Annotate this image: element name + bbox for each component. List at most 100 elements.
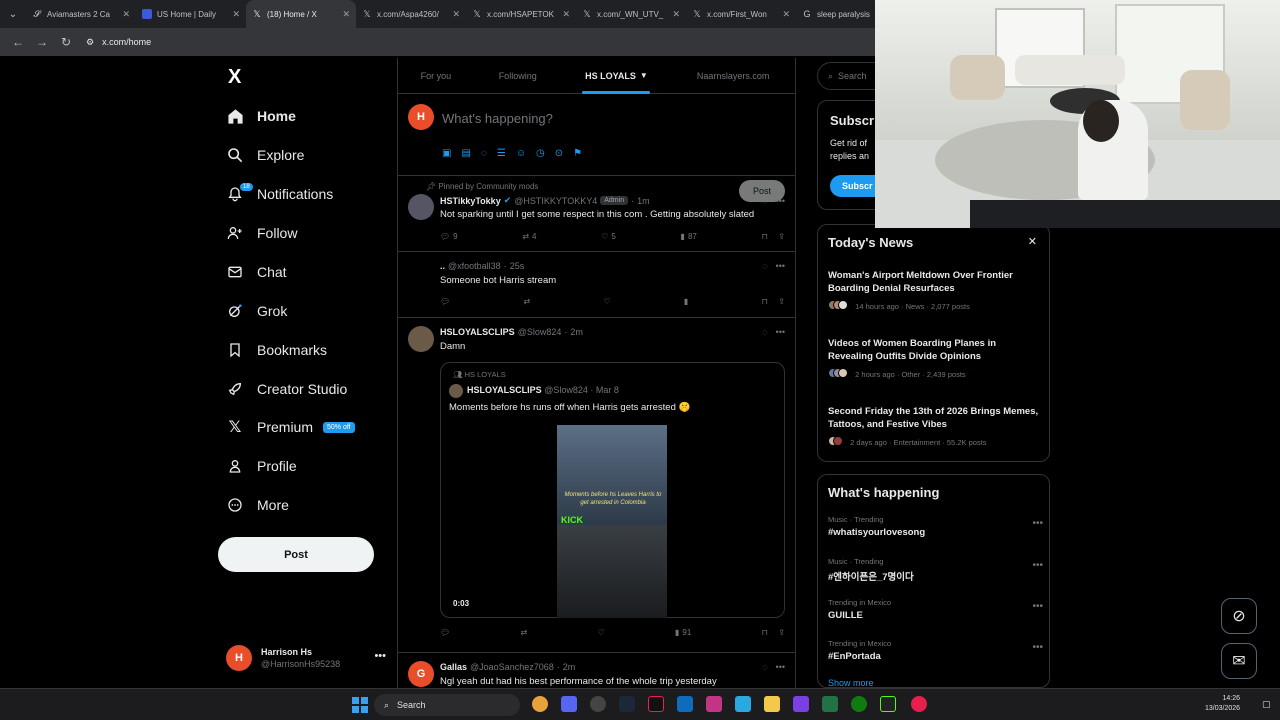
app-icon[interactable] <box>793 696 809 712</box>
forward-arrow-icon[interactable]: → <box>30 30 54 54</box>
tab-for-you[interactable]: For you <box>398 58 474 94</box>
notification-center-icon[interactable]: ▢ <box>1262 699 1271 710</box>
reply-button[interactable]: 💬︎ 9 <box>440 232 458 241</box>
browser-tab-2[interactable]: US Home | Daily ✕ <box>136 0 246 28</box>
more-dots-icon[interactable]: ••• <box>374 650 386 662</box>
sidebar-item-premium[interactable]: 𝕏 Premium 50% off <box>226 413 355 441</box>
emoji-icon[interactable]: ☺ <box>516 148 526 159</box>
sidebar-item-grok[interactable]: Grok <box>226 297 287 325</box>
url-field[interactable]: ⚙ x.com/home <box>86 31 151 53</box>
post-button[interactable]: Post <box>218 537 374 572</box>
outlook-icon[interactable] <box>677 696 693 712</box>
poll-icon[interactable]: ☰ <box>497 148 506 159</box>
reload-icon[interactable]: ↻ <box>54 30 78 54</box>
x-logo[interactable]: X <box>228 66 241 89</box>
sidebar-item-explore[interactable]: Explore <box>226 141 304 169</box>
author-name[interactable]: HSTikkyTokky <box>440 196 501 206</box>
more-dots-icon[interactable]: ••• <box>776 261 785 271</box>
views-button[interactable]: ▮ 87 <box>681 232 697 241</box>
tab-hs-loyals[interactable]: HS LOYALS ▼ <box>562 58 672 94</box>
app-icon[interactable] <box>911 696 927 712</box>
repost-button[interactable]: ⇄ <box>523 297 530 306</box>
tiktok-icon[interactable] <box>648 696 664 712</box>
grok-icon[interactable]: ◌ <box>762 327 767 337</box>
tab-naarnslayers[interactable]: Naarnslayers.com <box>671 58 795 94</box>
video-player[interactable]: Moments before hs Leaves Harris to get a… <box>557 425 667 618</box>
more-dots-icon[interactable]: ••• <box>776 327 785 337</box>
avatar[interactable] <box>408 194 434 220</box>
windows-start-icon[interactable] <box>352 697 368 713</box>
grok-icon[interactable]: ◌ <box>762 261 767 271</box>
back-arrow-icon[interactable]: ← <box>6 30 30 54</box>
image-icon[interactable]: ▣ <box>442 148 451 159</box>
share-icon[interactable]: ⇪ <box>778 297 785 306</box>
more-dots-icon[interactable]: ••• <box>1032 560 1043 571</box>
browser-tab-1[interactable]: 𝓢 Aviamasters 2 Ca ✕ <box>26 0 136 28</box>
excel-icon[interactable] <box>822 696 838 712</box>
steam-icon[interactable] <box>619 696 635 712</box>
gif-icon[interactable]: ▤ <box>461 148 470 159</box>
tweet-time[interactable]: 1m <box>637 196 650 206</box>
obs-icon[interactable] <box>880 696 896 712</box>
sidebar-item-profile[interactable]: Profile <box>226 452 297 480</box>
flag-icon[interactable]: ⚑ <box>573 148 582 159</box>
close-tab-icon[interactable]: ✕ <box>122 9 130 20</box>
author-handle[interactable]: @JoaoSanchez7068 <box>470 662 554 672</box>
chrome-icon[interactable] <box>532 696 548 712</box>
reply-button[interactable]: 💬︎ <box>440 628 450 637</box>
browser-tab-5[interactable]: 𝕏x.com/HSAPETOK ✕ <box>466 0 576 28</box>
close-tab-icon[interactable]: ✕ <box>562 9 570 20</box>
trend-item[interactable]: Music · Trending #엔하이픈은_7명이다 ••• <box>828 557 1043 583</box>
grok-icon[interactable]: ◌ <box>762 196 767 206</box>
close-tab-icon[interactable]: ✕ <box>782 9 790 20</box>
sidebar-item-bookmarks[interactable]: Bookmarks <box>226 336 327 364</box>
bookmark-icon[interactable]: ⊓ <box>762 297 768 306</box>
sidebar-item-follow[interactable]: Follow <box>226 219 297 247</box>
repost-button[interactable]: ⇄ <box>520 628 527 637</box>
more-dots-icon[interactable]: ••• <box>776 196 785 206</box>
news-item[interactable]: Videos of Women Boarding Planes in Revea… <box>828 337 1043 380</box>
system-clock[interactable]: 14:26 13/03/2026 <box>1205 694 1240 714</box>
compose-input[interactable]: What's happening? <box>442 111 553 126</box>
grok-icon[interactable]: ◌ <box>762 662 767 672</box>
instagram-icon[interactable] <box>706 696 722 712</box>
more-dots-icon[interactable]: ••• <box>1032 601 1043 612</box>
like-button[interactable]: ♡ 5 <box>601 232 616 241</box>
sidebar-item-home[interactable]: Home <box>226 102 296 130</box>
tab-following[interactable]: Following <box>474 58 562 94</box>
sidebar-item-more[interactable]: More <box>226 491 289 519</box>
tweet[interactable]: HSLOYALSCLIPS @Slow824 · 2m ◌ ••• Damn 👥︎ … <box>398 318 795 653</box>
browser-tab-3[interactable]: 𝕏 (18) Home / X ✕ <box>246 0 356 28</box>
reply-button[interactable]: 💬︎ <box>440 297 450 306</box>
news-item[interactable]: Second Friday the 13th of 2026 Brings Me… <box>828 405 1043 448</box>
tweet[interactable]: .. @xfootball38 · 25s ◌ ••• Someone bot Ha… <box>398 252 795 318</box>
account-switcher[interactable]: H Harrison Hs @HarrisonHs95238 ••• <box>226 644 386 672</box>
like-button[interactable]: ♡ <box>603 297 610 306</box>
taskbar-search[interactable]: ⌕ Search <box>374 694 520 716</box>
grok-icon[interactable]: ◌ <box>481 148 487 159</box>
author-name[interactable]: Gallas <box>440 662 467 672</box>
location-icon[interactable]: ⊙ <box>555 148 563 159</box>
folder-icon[interactable] <box>764 696 780 712</box>
close-tab-icon[interactable]: ✕ <box>672 9 680 20</box>
tweet-time[interactable]: 25s <box>510 261 525 271</box>
show-more-link[interactable]: Show more <box>828 678 874 687</box>
site-info-icon[interactable]: ⚙ <box>86 37 94 48</box>
quoted-tweet[interactable]: 👥︎ HS LOYALS HSLOYALSCLIPS @Slow824 · Ma… <box>440 362 785 618</box>
trend-item[interactable]: Music · Trending #whatisyourlovesong ••• <box>828 515 1043 538</box>
tweet-time[interactable]: 2m <box>563 662 576 672</box>
browser-tab-4[interactable]: 𝕏x.com/Aspa4260/✕ <box>356 0 466 28</box>
sidebar-item-creator-studio[interactable]: Creator Studio <box>226 375 347 403</box>
close-tab-icon[interactable]: ✕ <box>452 9 460 20</box>
app-icon[interactable] <box>590 696 606 712</box>
trend-item[interactable]: Trending in Mexico #EnPortada ••• <box>828 639 1043 662</box>
tweet[interactable]: 📌︎ Pinned by Community mods HSTikkyTokky… <box>398 176 795 252</box>
more-dots-icon[interactable]: ••• <box>1032 642 1043 653</box>
share-icon[interactable]: ⇪ <box>778 628 785 637</box>
close-icon[interactable]: ✕ <box>1028 235 1037 248</box>
author-handle[interactable]: @xfootball38 <box>448 261 501 271</box>
schedule-icon[interactable]: ◷ <box>536 148 545 159</box>
tab-list-dropdown[interactable]: ⌄ <box>0 0 26 28</box>
sidebar-item-chat[interactable]: Chat <box>226 258 287 286</box>
messages-floating-button[interactable]: ✉ <box>1221 643 1257 679</box>
